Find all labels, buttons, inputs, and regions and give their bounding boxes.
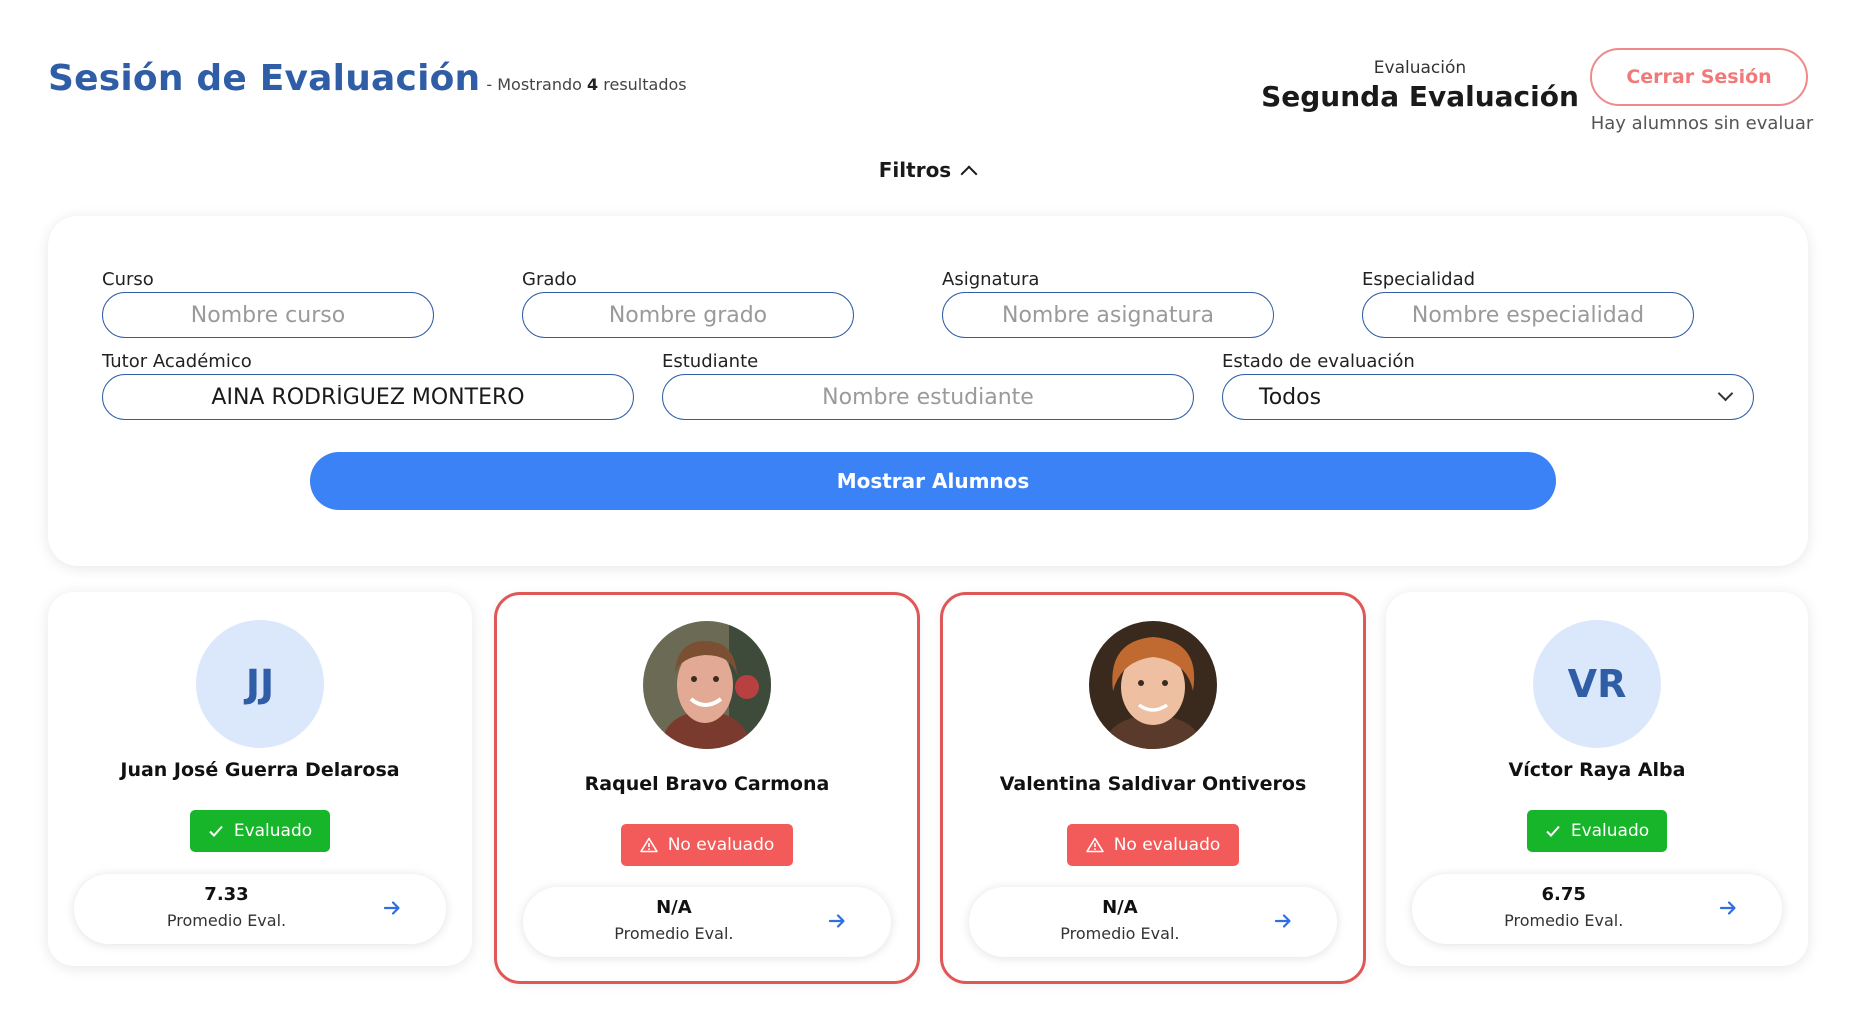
average-label: Promedio Eval. [1504,911,1624,930]
estado-field: Estado de evaluación Todos [1222,350,1754,420]
evaluation-info: Evaluación Segunda Evaluación [1250,58,1590,113]
estudiante-label: Estudiante [662,351,759,372]
tutor-label: Tutor Académico [102,351,252,372]
page-title: Sesión de Evaluación [48,58,481,99]
warning-icon [639,837,658,853]
average-box[interactable]: N/A Promedio Eval. [969,887,1337,957]
avatar: JJ [196,620,324,748]
arrow-right-icon[interactable] [382,898,402,918]
average-box[interactable]: 7.33 Promedio Eval. [74,874,446,944]
avatar [643,621,771,749]
show-students-button[interactable]: Mostrar Alumnos [310,452,1556,510]
chevron-down-icon [1717,385,1734,401]
status-badge: Evaluado [1527,810,1667,852]
tutor-input[interactable] [102,374,634,420]
student-card: Raquel Bravo Carmona No evaluado N/A Pro… [494,592,920,984]
asignatura-input[interactable] [942,292,1274,338]
average-value: N/A [656,897,692,918]
asignatura-field: Asignatura [942,268,1274,338]
status-label: Evaluado [1570,821,1650,841]
student-name: Raquel Bravo Carmona [584,773,830,795]
results-suffix: resultados [603,75,687,94]
status-label: No evaluado [667,835,775,855]
avatar-initials: JJ [245,662,275,706]
chevron-up-icon [960,165,978,183]
results-summary: - Mostrando 4 resultados [486,75,686,94]
status-badge: No evaluado [621,824,793,866]
avatar: VR [1533,620,1661,748]
average-value: 6.75 [1541,884,1586,905]
student-card: Valentina Saldivar Ontiveros No evaluado… [940,592,1366,984]
student-name: Valentina Saldivar Ontiveros [999,773,1307,795]
avatar-initials: VR [1567,662,1627,706]
tutor-field: Tutor Académico [102,350,634,420]
average-value: 7.33 [204,884,249,905]
warning-icon [1085,837,1104,853]
asignatura-label: Asignatura [942,269,1040,290]
average-box[interactable]: N/A Promedio Eval. [523,887,891,957]
average-label: Promedio Eval. [614,924,734,943]
average-label: Promedio Eval. [166,911,287,930]
arrow-right-icon[interactable] [827,911,847,931]
estudiante-input[interactable] [662,374,1194,420]
filters-panel: Curso Grado Asignatura Especialidad Tuto… [48,216,1808,566]
arrow-right-icon[interactable] [1718,898,1738,918]
student-name: Juan José Guerra Delarosa [120,759,400,781]
logout-button[interactable]: Cerrar Sesión [1590,48,1808,106]
status-label: Evaluado [233,821,313,841]
average-label: Promedio Eval. [1060,924,1180,943]
filters-toggle[interactable]: Filtros [0,158,1854,183]
student-photo [1089,621,1217,749]
student-card: VR Víctor Raya Alba Evaluado 6.75 Promed… [1386,592,1808,966]
grado-input[interactable] [522,292,854,338]
results-count: 4 [587,75,599,94]
estado-select[interactable]: Todos [1222,374,1754,420]
average-box[interactable]: 6.75 Promedio Eval. [1412,874,1782,944]
curso-label: Curso [102,269,154,290]
evaluation-name: Segunda Evaluación [1261,80,1579,113]
grado-label: Grado [522,269,577,290]
estado-label: Estado de evaluación [1222,351,1415,372]
estado-selected-value: Todos [1259,384,1322,410]
check-icon [1546,825,1560,837]
unevaluated-warning: Hay alumnos sin evaluar [1590,113,1814,134]
evaluation-caption: Evaluación [1373,58,1467,78]
student-card: JJ Juan José Guerra Delarosa Evaluado 7.… [48,592,472,966]
especialidad-field: Especialidad [1362,268,1694,338]
status-label: No evaluado [1113,835,1221,855]
arrow-right-icon[interactable] [1273,911,1293,931]
check-icon [209,825,223,837]
especialidad-input[interactable] [1362,292,1694,338]
curso-field: Curso [102,268,434,338]
status-badge: No evaluado [1067,824,1239,866]
filters-toggle-label: Filtros [878,158,952,182]
average-value: N/A [1102,897,1138,918]
status-badge: Evaluado [190,810,330,852]
results-prefix: - Mostrando [486,75,582,94]
grado-field: Grado [522,268,854,338]
page-header: Sesión de Evaluación - Mostrando 4 resul… [48,58,687,99]
student-name: Víctor Raya Alba [1508,759,1686,781]
student-photo [643,621,771,749]
curso-input[interactable] [102,292,434,338]
especialidad-label: Especialidad [1362,269,1476,290]
avatar [1089,621,1217,749]
estudiante-field: Estudiante [662,350,1194,420]
